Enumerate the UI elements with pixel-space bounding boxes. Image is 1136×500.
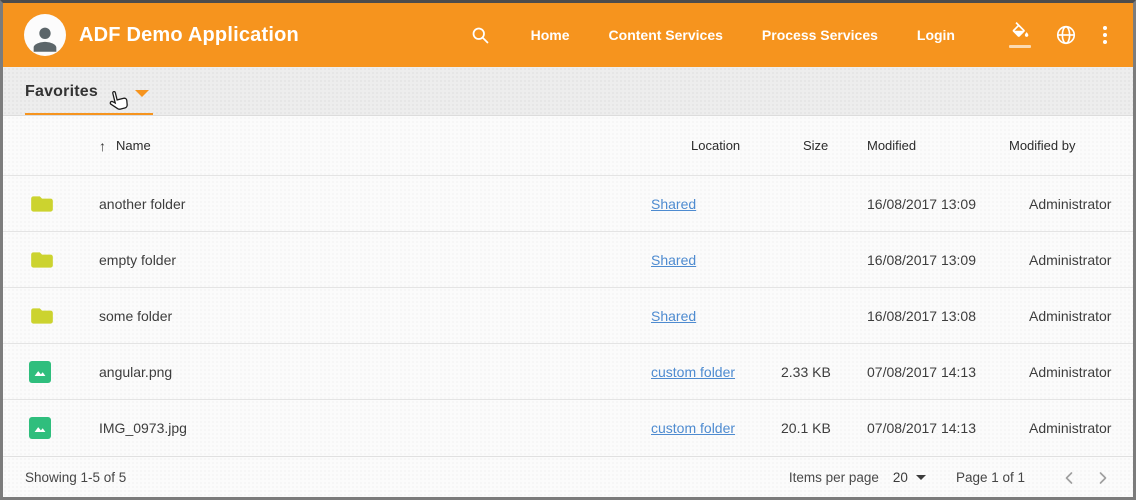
document-list: ↑ Name Location Size Modified Modified b… — [3, 116, 1133, 456]
search-icon — [470, 25, 491, 46]
chevron-left-icon — [1059, 468, 1079, 488]
nav-item-content-services[interactable]: Content Services — [609, 17, 723, 53]
location-link[interactable]: Shared — [651, 252, 696, 268]
table-row[interactable]: IMG_0973.jpg custom folder 20.1 KB 07/08… — [3, 400, 1133, 456]
sort-ascending-icon: ↑ — [99, 138, 106, 154]
location-link[interactable]: Shared — [651, 196, 696, 212]
theme-picker-button[interactable] — [1005, 18, 1035, 52]
items-per-page-label: Items per page — [789, 470, 879, 485]
more-menu-button[interactable] — [1097, 24, 1113, 46]
location-link[interactable]: custom folder — [651, 364, 735, 380]
language-button[interactable] — [1051, 20, 1081, 50]
column-header-size[interactable]: Size — [781, 138, 867, 153]
image-file-icon — [31, 363, 49, 381]
chevron-right-icon — [1093, 468, 1113, 488]
nav-item-process-services[interactable]: Process Services — [762, 17, 878, 53]
more-icon — [1103, 26, 1107, 30]
items-per-page-select[interactable]: 20 — [893, 470, 926, 485]
folder-icon — [29, 303, 55, 329]
pagination-footer: Showing 1-5 of 5 Items per page 20 Page … — [3, 456, 1133, 498]
column-header-name[interactable]: ↑ Name — [99, 138, 651, 154]
file-name: IMG_0973.jpg — [99, 420, 651, 436]
avatar[interactable] — [24, 14, 66, 56]
showing-range-label: Showing 1-5 of 5 — [25, 470, 126, 485]
table-row[interactable]: angular.png custom folder 2.33 KB 07/08/… — [3, 344, 1133, 400]
next-page-button[interactable] — [1091, 466, 1115, 490]
table-header-row: ↑ Name Location Size Modified Modified b… — [3, 116, 1133, 176]
globe-icon — [1055, 24, 1077, 46]
modified-by: Administrator — [1019, 252, 1117, 268]
modified-by: Administrator — [1019, 420, 1117, 436]
main-nav: Home Content Services Process Services L… — [495, 17, 955, 53]
modified-by: Administrator — [1019, 196, 1117, 212]
items-per-page-value: 20 — [893, 470, 908, 485]
app-window: ADF Demo Application Home Content Servic… — [0, 0, 1136, 500]
paint-bucket-icon — [1010, 22, 1031, 43]
caret-down-icon — [916, 475, 926, 480]
column-header-location[interactable]: Location — [651, 138, 781, 153]
image-file-icon — [31, 419, 49, 437]
search-button[interactable] — [466, 21, 495, 50]
header-icon-group — [989, 18, 1113, 52]
file-name: angular.png — [99, 364, 651, 380]
view-selector-dropdown[interactable]: Favorites — [25, 83, 153, 115]
file-name: empty folder — [99, 252, 651, 268]
column-header-modified-by[interactable]: Modified by — [1009, 138, 1107, 153]
person-icon — [28, 22, 62, 56]
modified-by: Administrator — [1019, 308, 1117, 324]
nav-item-home[interactable]: Home — [531, 17, 570, 53]
theme-underline — [1009, 45, 1031, 48]
nav-item-login[interactable]: Login — [917, 17, 955, 53]
modified-date: 16/08/2017 13:09 — [867, 196, 1019, 212]
modified-date: 16/08/2017 13:08 — [867, 308, 1019, 324]
modified-by: Administrator — [1019, 364, 1117, 380]
column-header-modified[interactable]: Modified — [867, 138, 1019, 153]
modified-date: 07/08/2017 14:13 — [867, 364, 1019, 380]
file-name: another folder — [99, 196, 651, 212]
table-row[interactable]: some folder Shared 16/08/2017 13:08 Admi… — [3, 288, 1133, 344]
folder-icon — [29, 247, 55, 273]
caret-down-icon — [135, 90, 149, 97]
table-row[interactable]: empty folder Shared 16/08/2017 13:09 Adm… — [3, 232, 1133, 288]
previous-page-button[interactable] — [1057, 466, 1081, 490]
folder-icon — [29, 191, 55, 217]
location-link[interactable]: Shared — [651, 308, 696, 324]
file-name: some folder — [99, 308, 651, 324]
current-view-label: Favorites — [25, 83, 98, 101]
table-row[interactable]: another folder Shared 16/08/2017 13:09 A… — [3, 176, 1133, 232]
modified-date: 07/08/2017 14:13 — [867, 420, 1019, 436]
app-title: ADF Demo Application — [79, 24, 299, 47]
page-indicator: Page 1 of 1 — [956, 470, 1025, 485]
view-selector-bar: Favorites — [3, 67, 1133, 116]
modified-date: 16/08/2017 13:09 — [867, 252, 1019, 268]
app-header: ADF Demo Application Home Content Servic… — [3, 3, 1133, 67]
file-size: 20.1 KB — [781, 420, 867, 436]
file-size: 2.33 KB — [781, 364, 867, 380]
location-link[interactable]: custom folder — [651, 420, 735, 436]
